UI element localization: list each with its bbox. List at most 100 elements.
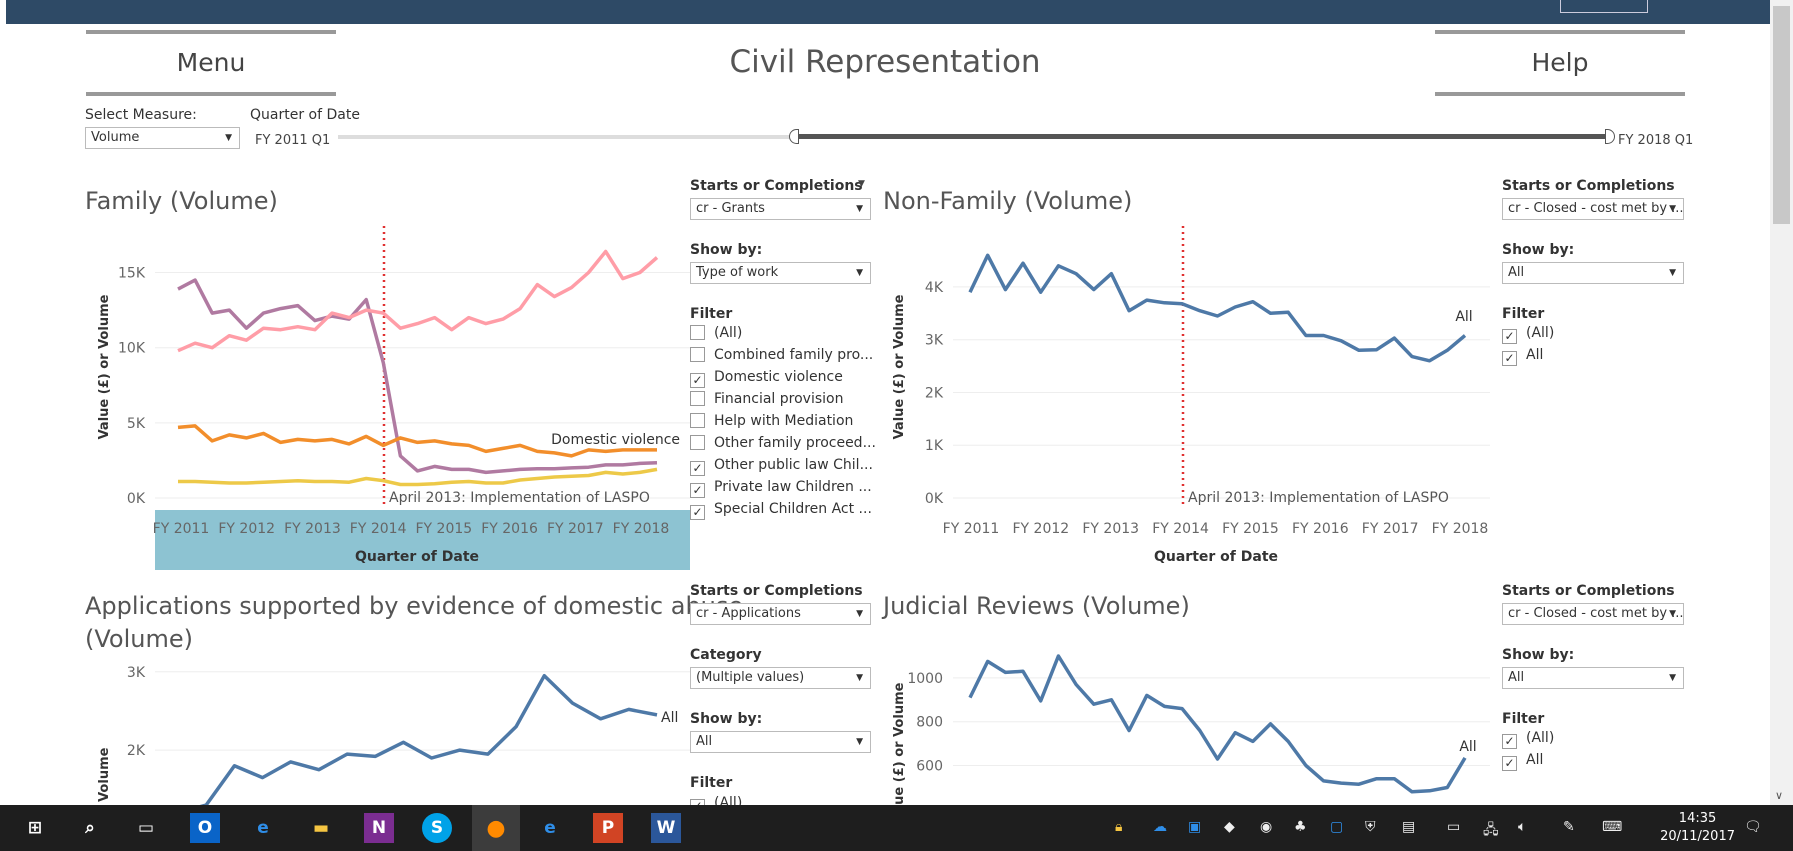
- measure-value: Volume: [91, 130, 140, 145]
- measure-dropdown[interactable]: Volume ▼: [85, 127, 240, 149]
- top-banner-button[interactable]: [1560, 0, 1648, 13]
- y-tick-label: 10K: [118, 341, 146, 357]
- family-soc-menu-icon[interactable]: ▼: [858, 179, 865, 189]
- checkbox[interactable]: [690, 435, 705, 450]
- help-button[interactable]: Help: [1435, 30, 1685, 96]
- firefox-icon[interactable]: ●: [472, 805, 520, 851]
- task-view-icon[interactable]: ▭: [131, 813, 161, 843]
- applications-category-dropdown[interactable]: (Multiple values) ▼: [690, 667, 871, 689]
- judicial-chart[interactable]: 600 800 1000Value (£) or Volume All: [883, 625, 1495, 805]
- people-tray-icon[interactable]: ♣: [1294, 819, 1307, 835]
- applications-chart[interactable]: 2K 3K Value (£) or Volume All: [85, 660, 690, 805]
- filter-item[interactable]: Private law Children ...: [690, 479, 872, 498]
- pen-icon[interactable]: ✎: [1563, 819, 1575, 835]
- outlook-tray-icon[interactable]: ▣: [1188, 819, 1201, 835]
- filter-item[interactable]: Special Children Act ...: [690, 501, 872, 520]
- checkbox[interactable]: [1502, 734, 1517, 749]
- applications-filter-item[interactable]: (All): [690, 795, 742, 805]
- onedrive-icon[interactable]: ☁: [1153, 819, 1167, 835]
- network-icon[interactable]: 🖧︎: [1483, 819, 1499, 843]
- applications-soc-dropdown[interactable]: cr - Applications ▼: [690, 603, 871, 625]
- lock-icon[interactable]: 🔒︎: [1115, 819, 1122, 835]
- date-start-handle[interactable]: [789, 129, 799, 144]
- x-tick-label: FY 2015: [1222, 521, 1279, 537]
- onenote-icon[interactable]: N: [364, 813, 394, 843]
- taskbar-clock[interactable]: 14:35 20/11/2017: [1660, 810, 1735, 846]
- filter-item[interactable]: (All): [1502, 325, 1554, 344]
- scroll-down-icon[interactable]: ∨: [1775, 789, 1783, 802]
- checkbox[interactable]: [690, 325, 705, 340]
- checkbox[interactable]: [1502, 756, 1517, 771]
- nonfamily-showby-value: All: [1508, 265, 1525, 280]
- vertical-scrollbar[interactable]: ∨: [1770, 0, 1793, 805]
- nonfamily-chart[interactable]: 0K 1K 2K 3K 4K Value (£) or Volume FY 2011 FY 2…: [883, 225, 1495, 575]
- scrollbar-thumb[interactable]: [1773, 6, 1790, 224]
- x-tick-label: FY 2014: [350, 521, 407, 537]
- judicial-showby-dropdown[interactable]: All ▼: [1502, 667, 1684, 689]
- internet-explorer-icon[interactable]: e: [535, 813, 565, 843]
- family-soc-dropdown[interactable]: cr - Grants ▼: [690, 198, 871, 220]
- filter-item[interactable]: Financial provision: [690, 391, 843, 407]
- filter-label: All: [1526, 752, 1544, 768]
- onenote-tray-icon[interactable]: ◆: [1224, 819, 1235, 835]
- windows-tray-icon[interactable]: ▢: [1330, 819, 1343, 835]
- checkbox[interactable]: [1502, 329, 1517, 344]
- action-center-icon[interactable]: 🗨︎: [1744, 819, 1762, 835]
- family-showby-dropdown[interactable]: Type of work ▼: [690, 262, 871, 284]
- applications-chart-title: Applications supported by evidence of do…: [85, 590, 743, 656]
- search-icon[interactable]: ⌕: [75, 813, 105, 843]
- edge-icon[interactable]: e: [248, 813, 278, 843]
- windows-start-icon[interactable]: ⊞: [20, 813, 50, 843]
- series-line-0: [968, 654, 1467, 794]
- battery-icon[interactable]: ▭: [1447, 819, 1460, 835]
- filter-label: (All): [1526, 730, 1555, 746]
- applications-showby-dropdown[interactable]: All ▼: [690, 731, 871, 753]
- word-icon[interactable]: W: [651, 813, 681, 843]
- filter-item[interactable]: (All): [1502, 730, 1554, 749]
- series-line-0: [199, 673, 658, 805]
- filter-item[interactable]: All: [1502, 752, 1543, 771]
- filter-item[interactable]: (All): [690, 325, 742, 341]
- file-explorer-icon[interactable]: ▬: [306, 813, 336, 843]
- laspo-annotation: April 2013: Implementation of LASPO: [1188, 490, 1449, 506]
- filter-label: Other family proceed...: [714, 435, 876, 451]
- filter-item[interactable]: Other family proceed...: [690, 435, 876, 451]
- x-tick-label: FY 2017: [1362, 521, 1419, 537]
- powerpoint-icon[interactable]: P: [593, 813, 623, 843]
- checkbox[interactable]: [1502, 351, 1517, 366]
- menu-button[interactable]: Menu: [86, 30, 336, 96]
- filter-item[interactable]: Combined family pro...: [690, 347, 873, 363]
- y-tick-label: 4K: [925, 280, 944, 296]
- nonfamily-soc-dropdown[interactable]: cr - Closed - cost met by ... ▼: [1502, 198, 1684, 220]
- outlook-icon[interactable]: O: [190, 813, 220, 843]
- filter-item[interactable]: Domestic violence: [690, 369, 843, 388]
- judicial-soc-dropdown[interactable]: cr - Closed - cost met by ... ▼: [1502, 603, 1684, 625]
- chevron-down-icon: ▼: [1669, 204, 1676, 214]
- checkbox[interactable]: [690, 461, 705, 476]
- y-tick-label: 800: [916, 715, 943, 731]
- volume-icon[interactable]: 🔈︎: [1518, 819, 1526, 835]
- y-tick-label: 600: [916, 759, 943, 775]
- shield-icon[interactable]: ⛨: [1365, 819, 1376, 835]
- checkbox[interactable]: [690, 391, 705, 406]
- date-end-handle[interactable]: [1605, 129, 1615, 144]
- nonfamily-showby-dropdown[interactable]: All ▼: [1502, 262, 1684, 284]
- filter-label: Special Children Act ...: [714, 501, 872, 517]
- checkbox[interactable]: [690, 347, 705, 362]
- checkbox[interactable]: [690, 413, 705, 428]
- filter-item[interactable]: Other public law Chil...: [690, 457, 873, 476]
- filter-item[interactable]: All: [1502, 347, 1543, 366]
- applications-showby-label: Show by:: [690, 711, 763, 727]
- device-icon[interactable]: ▤: [1402, 819, 1415, 835]
- skype-tray-icon[interactable]: ◉: [1260, 819, 1272, 835]
- family-chart[interactable]: 0K 5K 10K 15K Value (£) or Volume FY 2011 FY 2…: [85, 225, 690, 575]
- date-range-selection[interactable]: [793, 134, 1608, 139]
- keyboard-icon[interactable]: ⌨: [1602, 819, 1622, 835]
- checkbox[interactable]: [690, 373, 705, 388]
- filter-label: (All): [1526, 325, 1555, 341]
- checkbox[interactable]: [690, 483, 705, 498]
- skype-icon[interactable]: S: [422, 813, 452, 843]
- filter-item[interactable]: Help with Mediation: [690, 413, 853, 429]
- checkbox[interactable]: [690, 505, 705, 520]
- applications-filter-label: Filter: [690, 775, 733, 791]
